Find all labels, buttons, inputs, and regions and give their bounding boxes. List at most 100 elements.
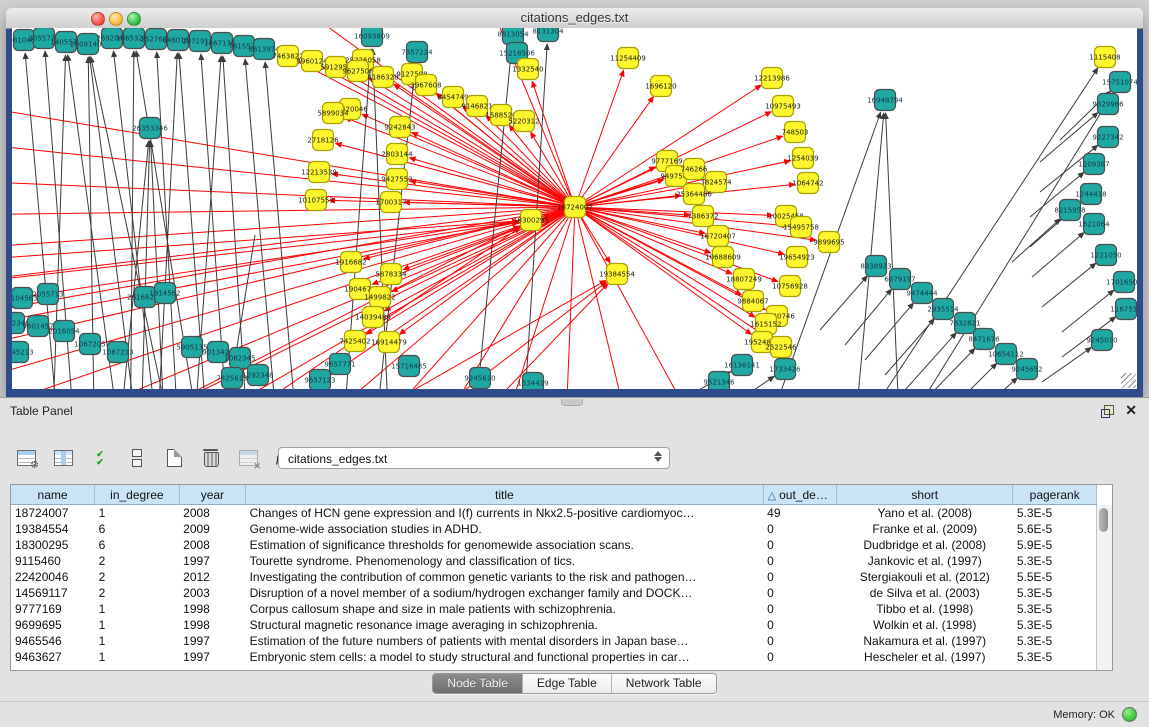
network-node[interactable]: 10975493 <box>765 96 801 117</box>
svg-text:8454749: 8454749 <box>437 94 468 102</box>
network-node[interactable]: 7425402 <box>339 331 370 352</box>
delete-column-button[interactable] <box>197 445 225 471</box>
table-row[interactable]: 1456911722003Disruption of a novel membe… <box>11 585 1097 601</box>
network-node[interactable]: 12213986 <box>754 68 790 89</box>
network-node[interactable]: 1621064 <box>1078 214 1110 235</box>
network-node[interactable]: 26353346 <box>132 118 168 139</box>
tab-network-table[interactable]: Network Table <box>612 674 716 693</box>
row-height-button[interactable] <box>123 445 151 471</box>
network-node[interactable]: 8131304 <box>532 28 564 42</box>
resize-grip-icon[interactable] <box>1121 373 1136 388</box>
tab-edge-table[interactable]: Edge Table <box>523 674 612 693</box>
network-node[interactable]: 8938923 <box>860 256 891 277</box>
delete-table-button[interactable]: ✕ <box>234 445 262 471</box>
network-node[interactable]: 2803144 <box>381 144 413 165</box>
tab-node-table[interactable]: Node Table <box>433 674 523 693</box>
svg-text:10688609: 10688609 <box>705 254 741 262</box>
network-node[interactable]: 9899695 <box>813 232 844 253</box>
table-header-row: namein_degreeyeartitle△out_de…shortpager… <box>11 485 1097 505</box>
table-row[interactable]: 977716911998Corpus callosum shape and si… <box>11 601 1097 617</box>
create-column-button[interactable] <box>160 445 188 471</box>
network-node[interactable]: 9521346 <box>703 372 735 390</box>
svg-text:9146821: 9146821 <box>461 103 492 111</box>
svg-text:1696120: 1696120 <box>645 83 676 91</box>
window-titlebar[interactable]: citations_edges.txt <box>6 8 1143 29</box>
svg-text:1067213: 1067213 <box>102 349 133 357</box>
network-node[interactable]: 9427552 <box>381 169 412 190</box>
network-node[interactable]: 15751074 <box>1102 72 1137 93</box>
network-node[interactable]: 1221050 <box>1090 245 1121 266</box>
network-node[interactable]: 746266 <box>681 159 708 180</box>
network-node[interactable]: 7357224 <box>401 42 433 63</box>
network-node[interactable]: 2718126 <box>307 130 339 151</box>
network-node[interactable]: 18807249 <box>726 269 762 290</box>
network-node[interactable]: 16948794 <box>867 90 903 111</box>
network-node[interactable]: 19654923 <box>779 247 815 268</box>
table-row[interactable]: 1938455462009Genome-wide association stu… <box>11 521 1097 537</box>
show-columns-button[interactable] <box>49 445 77 471</box>
float-panel-icon[interactable] <box>1101 405 1113 417</box>
column-header-name[interactable]: name <box>11 485 95 505</box>
network-node[interactable]: 11254409 <box>610 48 646 69</box>
svg-text:12213539: 12213539 <box>301 169 337 177</box>
network-node[interactable]: 1916682 <box>335 252 366 273</box>
network-node[interactable]: 10756928 <box>772 276 808 297</box>
table-toolbar: ⚙ ✔✔ ✕ f(x) <box>12 442 299 474</box>
network-node[interactable]: 1254039 <box>787 148 818 169</box>
table-row[interactable]: 946362711997Embryonic stem cells: a mode… <box>11 649 1097 665</box>
combo-arrows-icon <box>654 451 662 462</box>
table-row[interactable]: 911546021997Tourette syndrome. Phenomeno… <box>11 553 1097 569</box>
table-selector[interactable]: citations_edges.txt <box>278 447 670 469</box>
column-header-title[interactable]: title <box>246 485 764 505</box>
network-node[interactable]: 12213539 <box>301 162 337 183</box>
svg-text:9657771: 9657771 <box>324 361 355 369</box>
network-node[interactable]: 1067205 <box>74 334 105 355</box>
network-node[interactable]: 9884067 <box>737 291 768 312</box>
svg-text:6679197: 6679197 <box>884 276 915 284</box>
network-node[interactable]: 9745213 <box>12 342 34 363</box>
network-edge <box>12 207 575 215</box>
network-window: citations_edges.txt 98104632055726140557… <box>6 8 1143 397</box>
network-node[interactable]: 1064742 <box>792 173 823 194</box>
network-node[interactable]: 748503 <box>782 122 809 143</box>
network-node[interactable]: 10107553 <box>298 190 334 211</box>
column-header-short[interactable]: short <box>837 485 1013 505</box>
table-row[interactable]: 1830029562008Estimation of significance … <box>11 537 1097 553</box>
vertical-scrollbar[interactable] <box>1096 505 1112 670</box>
svg-text:16914479: 16914479 <box>371 339 407 347</box>
network-edge <box>91 57 170 389</box>
network-canvas[interactable]: 9810463205572614055732009140626920421065… <box>12 28 1137 389</box>
network-node[interactable]: 16914479 <box>371 332 407 353</box>
network-edge <box>12 207 575 355</box>
svg-text:1914562: 1914562 <box>149 290 180 298</box>
network-node[interactable]: 1696120 <box>645 76 676 97</box>
table-mode-button[interactable]: ⚙ <box>12 445 40 471</box>
network-node[interactable]: 1167534 <box>1110 299 1137 320</box>
column-header-indegree[interactable]: in_degree <box>95 485 180 505</box>
table-row[interactable]: 969969511998Structural magnetic resonanc… <box>11 617 1097 633</box>
network-node[interactable]: 1115408 <box>1089 47 1120 68</box>
network-node[interactable]: 6679197 <box>884 269 915 290</box>
close-panel-icon[interactable]: ✕ <box>1125 402 1137 419</box>
network-node[interactable]: 9329966 <box>1092 94 1124 115</box>
svg-text:8215958: 8215958 <box>1054 207 1085 215</box>
svg-text:19384554: 19384554 <box>599 271 635 279</box>
column-header-outde[interactable]: △out_de… <box>763 485 837 505</box>
network-node[interactable]: 17016504 <box>1106 272 1137 293</box>
scrollbar-thumb[interactable] <box>1099 508 1108 532</box>
network-node[interactable]: 1534419 <box>517 373 548 390</box>
table-row[interactable]: 2242004622012Investigating the contribut… <box>11 569 1097 585</box>
table-row[interactable]: 1872400712008Changes of HCN gene express… <box>11 505 1097 522</box>
network-edge <box>12 207 575 389</box>
svg-text:15751074: 15751074 <box>1102 79 1137 87</box>
svg-text:2967608: 2967608 <box>410 82 441 90</box>
select-columns-button[interactable]: ✔✔ <box>86 445 114 471</box>
trash-icon <box>204 452 219 467</box>
table-body: 1872400712008Changes of HCN gene express… <box>11 505 1097 666</box>
network-node[interactable]: 9227342 <box>1092 127 1123 148</box>
column-header-year[interactable]: year <box>179 485 245 505</box>
panel-divider-handle[interactable] <box>561 399 583 406</box>
table-row[interactable]: 946554611997Estimation of the future num… <box>11 633 1097 649</box>
network-node[interactable]: 16093809 <box>354 28 390 47</box>
column-header-pagerank[interactable]: pagerank <box>1013 485 1097 505</box>
